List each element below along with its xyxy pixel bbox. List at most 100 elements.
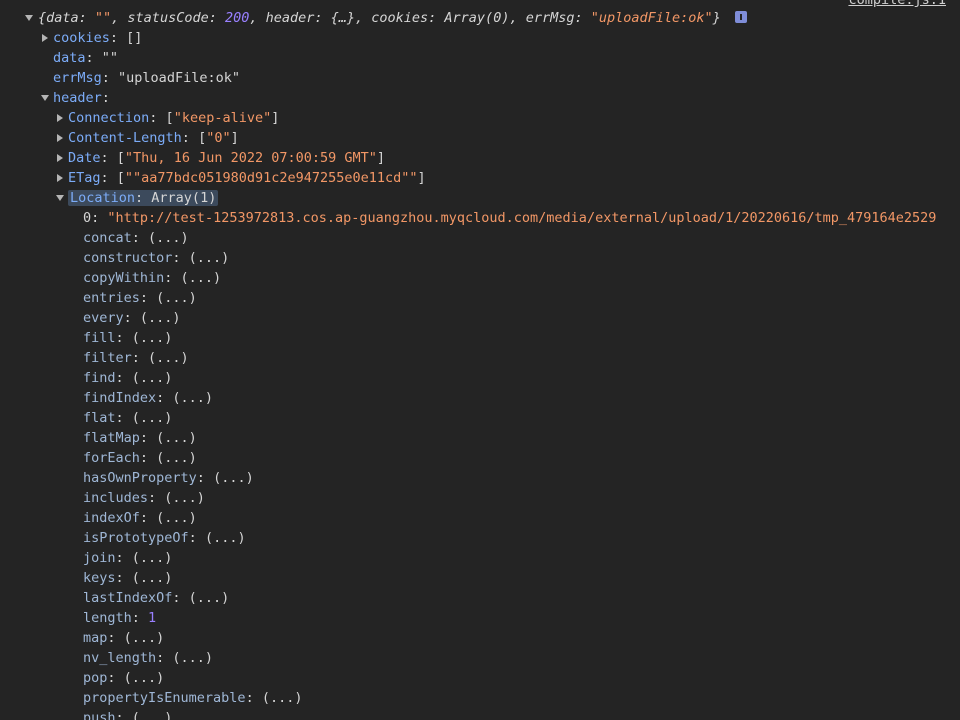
property-key: Location [70, 190, 136, 206]
property-key: forEach [83, 450, 140, 466]
expand-triangle-icon[interactable] [57, 134, 63, 142]
property-key: copyWithin [83, 270, 165, 286]
expand-triangle-icon[interactable] [57, 114, 63, 122]
property-row-hasownproperty: hasOwnProperty: (...) [0, 468, 960, 488]
property-entry: includes: (...) [83, 490, 205, 506]
property-value: (...) [156, 510, 197, 526]
property-separator: : [107, 670, 124, 686]
property-entry: every: (...) [83, 310, 181, 326]
root-summary-text: {data: "", statusCode: 200, header: {…},… [38, 10, 721, 26]
property-row-entries: entries: (...) [0, 288, 960, 308]
summary-segment: "" [94, 10, 112, 26]
property-separator: : [139, 450, 157, 466]
property-value: (...) [156, 430, 197, 446]
source-file-link[interactable]: compile.js:1 [848, 0, 946, 8]
property-value: (...) [164, 490, 205, 506]
property-key: find [83, 370, 116, 386]
info-icon[interactable] [734, 11, 747, 23]
property-row-connection[interactable]: Connection: ["keep-alive"] [0, 108, 960, 128]
property-separator: : [115, 550, 132, 566]
property-key: flatMap [83, 430, 140, 446]
property-key: keys [83, 570, 116, 586]
property-value: ["0"] [198, 130, 239, 146]
property-value: "http://test-1253972813.cos.ap-guangzhou… [107, 210, 937, 226]
property-row-every: every: (...) [0, 308, 960, 328]
property-value: (...) [204, 530, 246, 546]
property-row-keys: keys: (...) [0, 568, 960, 588]
property-key: map [83, 630, 108, 646]
property-key: includes [83, 490, 149, 506]
property-row-foreach: forEach: (...) [0, 448, 960, 468]
expand-triangle-icon[interactable] [57, 174, 63, 182]
property-row-header[interactable]: header: [0, 88, 960, 108]
property-value: (...) [172, 650, 214, 666]
collapse-triangle-icon[interactable] [41, 95, 49, 101]
property-separator: : [188, 530, 205, 546]
property-entry: propertyIsEnumerable: (...) [83, 690, 302, 706]
property-row-concat: concat: (...) [0, 228, 960, 248]
summary-segment: "uploadFile:ok" [590, 10, 713, 26]
property-separator: : [101, 70, 119, 86]
property-value: (...) [123, 670, 165, 686]
property-separator: : [164, 270, 181, 286]
summary-segment: , header: {…}, cookies: Array(0), errMsg… [249, 10, 591, 26]
expand-triangle-icon[interactable] [25, 15, 33, 21]
property-row-date[interactable]: Date: ["Thu, 16 Jun 2022 07:00:59 GMT"] [0, 148, 960, 168]
collapse-triangle-icon[interactable] [56, 195, 64, 201]
root-object-summary[interactable]: {data: "", statusCode: 200, header: {…},… [0, 8, 960, 28]
property-separator: : [115, 410, 132, 426]
property-entry: lastIndexOf: (...) [83, 590, 229, 606]
property-value: (...) [188, 250, 230, 266]
property-value: (...) [213, 470, 254, 486]
property-key: data [53, 50, 86, 66]
property-separator: : [135, 190, 152, 206]
property-row-filter: filter: (...) [0, 348, 960, 368]
property-value: (...) [172, 390, 214, 406]
summary-segment: {data: [38, 10, 95, 26]
property-value: (...) [131, 710, 173, 720]
property-key: 0 [83, 210, 92, 226]
property-row-0: 0: "http://test-1253972813.cos.ap-guangz… [0, 208, 960, 228]
property-entry: indexOf: (...) [83, 510, 197, 526]
property-entry: keys: (...) [83, 570, 172, 586]
property-entry: copyWithin: (...) [83, 270, 221, 286]
property-key: join [83, 550, 116, 566]
property-entry: fill: (...) [83, 330, 172, 346]
property-separator: : [100, 150, 117, 166]
property-value: (...) [188, 590, 230, 606]
property-value: (...) [180, 270, 222, 286]
property-key: Connection [68, 110, 150, 126]
property-key: header [53, 90, 102, 106]
property-row-flatmap: flatMap: (...) [0, 428, 960, 448]
property-row-etag[interactable]: ETag: [""aa77bdc051980d91c2e947255e0e11c… [0, 168, 960, 188]
property-value: ["Thu, 16 Jun 2022 07:00:59 GMT"] [116, 150, 386, 166]
property-row-cookies[interactable]: cookies: [] [0, 28, 960, 48]
property-separator: : [85, 50, 102, 66]
property-entry: join: (...) [83, 550, 172, 566]
expand-triangle-icon[interactable] [42, 34, 48, 42]
expand-triangle-icon[interactable] [57, 154, 63, 162]
property-separator: : [172, 250, 189, 266]
property-key: cookies [53, 30, 110, 46]
property-key: findIndex [83, 390, 157, 406]
property-separator: : [115, 710, 132, 720]
property-entry: ETag: [""aa77bdc051980d91c2e947255e0e11c… [68, 170, 426, 186]
property-entry: nv_length: (...) [83, 650, 213, 666]
property-row-map: map: (...) [0, 628, 960, 648]
property-entry: 0: "http://test-1253972813.cos.ap-guangz… [83, 210, 936, 226]
property-key: hasOwnProperty [83, 470, 197, 486]
property-value: (...) [148, 230, 189, 246]
property-entry: Location: Array(1) [68, 190, 219, 206]
property-value: Array(1) [151, 190, 217, 206]
property-key: propertyIsEnumerable [83, 690, 246, 706]
property-separator: : [139, 430, 157, 446]
property-key: fill [83, 330, 116, 346]
property-entry: data: "" [53, 50, 118, 66]
property-key: concat [83, 230, 132, 246]
property-row-content-length[interactable]: Content-Length: ["0"] [0, 128, 960, 148]
property-separator: : [123, 310, 140, 326]
property-row-find: find: (...) [0, 368, 960, 388]
property-row-location[interactable]: Location: Array(1) [0, 188, 960, 208]
property-separator: : [139, 510, 157, 526]
property-value: (...) [131, 550, 173, 566]
